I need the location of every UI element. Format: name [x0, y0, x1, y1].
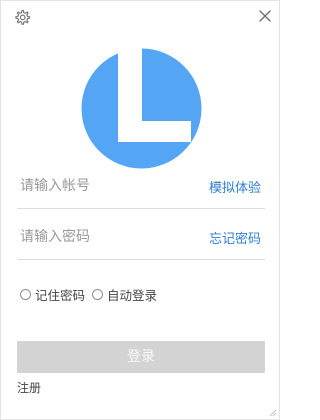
- account-input[interactable]: [20, 164, 190, 208]
- auto-login-option[interactable]: 自动登录: [92, 285, 157, 303]
- auto-login-radio[interactable]: [92, 288, 103, 300]
- resize-grip-icon[interactable]: [267, 407, 277, 417]
- login-button[interactable]: 登录: [17, 341, 265, 373]
- close-button[interactable]: [256, 7, 274, 25]
- settings-button[interactable]: [12, 8, 32, 28]
- gear-icon: [15, 9, 31, 25]
- app-logo-icon: [81, 48, 202, 169]
- register-link[interactable]: 注册: [17, 379, 41, 396]
- account-field: 模拟体验: [17, 164, 265, 209]
- login-window: 模拟体验 忘记密码 记住密码 自动登录 登录 注册: [0, 0, 280, 420]
- close-icon: [259, 10, 271, 22]
- forgot-password-link[interactable]: 忘记密码: [209, 228, 261, 247]
- demo-experience-link[interactable]: 模拟体验: [209, 177, 261, 196]
- auto-login-label: 自动登录: [107, 287, 158, 303]
- password-input[interactable]: [20, 215, 190, 259]
- remember-password-label: 记住密码: [35, 287, 86, 303]
- remember-password-radio[interactable]: [20, 288, 31, 300]
- remember-password-option[interactable]: 记住密码: [20, 285, 85, 303]
- app-logo: [81, 48, 202, 169]
- password-field: 忘记密码: [17, 215, 265, 260]
